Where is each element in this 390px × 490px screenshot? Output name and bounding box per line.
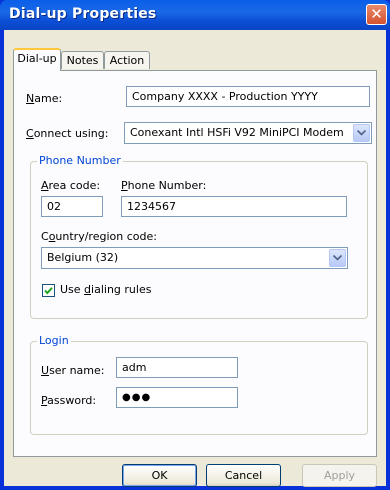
dialog-client-area: Dial-up Notes Action Name: Company XXXX …	[4, 30, 386, 487]
close-icon: ✕	[370, 5, 383, 23]
name-label: Name:	[26, 92, 63, 105]
window-title: Dial-up Properties	[9, 6, 157, 22]
country-region-label: Country/region code:	[41, 230, 157, 243]
login-group: Login User name: adm Password: ●●●	[30, 334, 368, 435]
connect-using-label: Connect using:	[26, 127, 109, 140]
phone-number-legend: Phone Number	[37, 154, 123, 167]
connect-using-select[interactable]: Conexant Intl HSFi V92 MiniPCI Modem	[124, 122, 372, 144]
checkmark-icon	[44, 287, 53, 295]
login-legend: Login	[37, 334, 71, 347]
area-code-field[interactable]: 02	[41, 196, 103, 217]
name-field[interactable]: Company XXXX - Production YYYY	[126, 86, 370, 107]
password-label: Password:	[41, 394, 97, 407]
area-code-label: Area code:	[41, 179, 101, 192]
use-dialing-rules-label[interactable]: Use dialing rules	[60, 283, 151, 296]
phone-number-group: Phone Number Area code: 02 Phone Number:…	[30, 154, 368, 319]
connect-using-value: Conexant Intl HSFi V92 MiniPCI Modem	[130, 126, 344, 139]
tab-action-label: Action	[109, 54, 145, 67]
dialog-window: Dial-up Properties ✕ Dial-up Notes Actio…	[0, 0, 390, 490]
close-button[interactable]: ✕	[366, 4, 387, 25]
tab-dial-up[interactable]: Dial-up	[13, 48, 61, 71]
ok-button[interactable]: OK	[122, 464, 197, 487]
tab-panel-dial-up: Name: Company XXXX - Production YYYY Con…	[13, 70, 377, 457]
apply-button[interactable]: Apply	[302, 464, 377, 487]
phone-number-label: Phone Number:	[121, 179, 207, 192]
password-field[interactable]: ●●●	[116, 387, 238, 408]
user-name-field[interactable]: adm	[116, 357, 238, 378]
user-name-label: User name:	[41, 364, 105, 377]
use-dialing-rules-checkbox[interactable]	[42, 284, 55, 297]
phone-number-field[interactable]: 1234567	[121, 196, 347, 217]
cancel-button[interactable]: Cancel	[206, 464, 281, 487]
chevron-down-icon[interactable]	[329, 249, 346, 267]
tab-action[interactable]: Action	[104, 51, 150, 69]
chevron-down-icon[interactable]	[353, 124, 370, 142]
tab-notes[interactable]: Notes	[61, 51, 104, 69]
country-region-value: Belgium (32)	[47, 251, 119, 264]
title-bar[interactable]: Dial-up Properties ✕	[0, 0, 390, 30]
country-region-select[interactable]: Belgium (32)	[41, 247, 348, 269]
tab-notes-label: Notes	[66, 54, 99, 67]
tab-dial-up-label: Dial-up	[17, 52, 57, 65]
